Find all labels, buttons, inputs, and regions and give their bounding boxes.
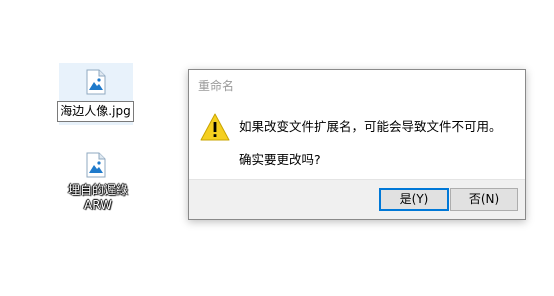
image-file-icon[interactable] bbox=[86, 152, 106, 181]
dialog-title: 重命名 bbox=[198, 79, 235, 93]
rename-warning-dialog: 重命名 如果改变文件扩展名，可能会导致文件不可用。 确实要更改吗? 是(Y) 否… bbox=[188, 69, 526, 220]
image-file-icon[interactable] bbox=[86, 69, 106, 98]
warning-icon bbox=[199, 112, 231, 145]
rename-input[interactable]: 海边人像.jpg bbox=[57, 101, 134, 122]
dialog-button-bar: 是(Y) 否(N) bbox=[189, 179, 525, 219]
dialog-question: 确实要更改吗? bbox=[239, 152, 321, 167]
file-label[interactable]: 埋自的遲綠 ARW bbox=[60, 183, 136, 213]
no-button[interactable]: 否(N) bbox=[450, 188, 518, 211]
yes-button[interactable]: 是(Y) bbox=[379, 188, 449, 211]
dialog-message: 如果改变文件扩展名，可能会导致文件不可用。 bbox=[239, 119, 502, 134]
